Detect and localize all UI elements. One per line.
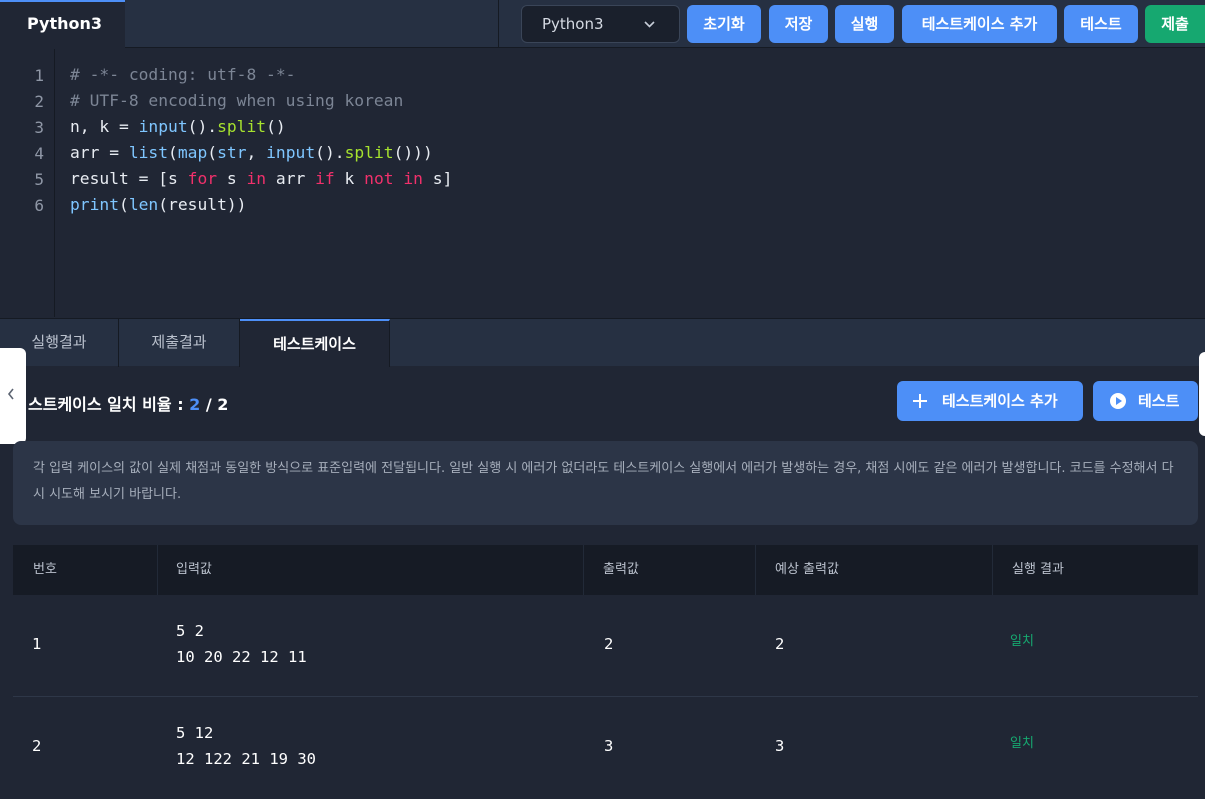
collapse-panel-handle[interactable] (0, 348, 26, 444)
match-ratio-total: / 2 (205, 395, 229, 414)
code-line[interactable]: # -*- coding: utf-8 -*- (70, 65, 295, 84)
line-number: 5 (34, 170, 44, 189)
language-select[interactable]: Python3 (521, 5, 680, 43)
code-line[interactable]: n, k = input().split() (70, 117, 286, 136)
row-number: 2 (32, 737, 42, 755)
line-number: 2 (34, 92, 44, 111)
add-testcase-panel-label: 테스트케이스 추가 (942, 392, 1058, 410)
match-ratio: 스트케이스 일치 비율 : 2 / 2 (28, 391, 228, 415)
match-ratio-matched: 2 (189, 395, 201, 414)
column-header-result: 실행 결과 (1012, 562, 1064, 577)
match-ratio-label: 스트케이스 일치 비율 : (28, 395, 184, 414)
result-status: 일치 (1010, 634, 1034, 649)
test-button[interactable]: 테스트 (1064, 5, 1138, 43)
column-header-input: 입력값 (176, 562, 212, 577)
column-header-number: 번호 (33, 562, 57, 577)
tab-testcases[interactable]: 테스트케이스 (240, 319, 390, 367)
table-header: 번호 입력값 출력값 예상 출력값 실행 결과 (13, 545, 1198, 595)
code-line[interactable]: result = [s for s in arr if k not in s] (70, 169, 452, 188)
reset-button[interactable]: 초기화 (687, 5, 761, 43)
tab-submit-result[interactable]: 제출결과 (119, 319, 240, 367)
code-editor[interactable]: 1 2 3 4 5 6 # -*- coding: utf-8 -*- # UT… (0, 49, 1205, 317)
input-value: 12 122 21 19 30 (176, 750, 316, 768)
column-header-expected: 예상 출력값 (775, 562, 839, 577)
result-tabs: 실행결과 제출결과 테스트케이스 (0, 318, 1205, 367)
language-select-value: Python3 (542, 15, 604, 33)
toolbar: Python3 Python3 초기화 저장 실행 테스트케이스 추가 테스트 … (0, 0, 1205, 48)
submit-button[interactable]: 제출 (1145, 5, 1205, 43)
code-line[interactable]: print(len(result)) (70, 195, 246, 214)
add-testcase-button[interactable]: 테스트케이스 추가 (902, 5, 1057, 43)
test-panel-label: 테스트 (1138, 392, 1180, 410)
save-button[interactable]: 저장 (769, 5, 828, 43)
expected-value: 3 (775, 737, 785, 755)
run-button[interactable]: 실행 (835, 5, 894, 43)
output-value: 2 (604, 635, 614, 653)
column-header-output: 출력값 (603, 562, 639, 577)
input-value: 5 2 (176, 622, 204, 640)
divider (498, 0, 499, 48)
table-row: 2 5 12 12 122 21 19 30 3 3 일치 (13, 698, 1198, 799)
column-separator (583, 545, 584, 595)
line-number: 6 (34, 196, 44, 215)
add-testcase-panel-button[interactable]: 테스트케이스 추가 (897, 381, 1083, 421)
input-value: 10 20 22 12 11 (176, 648, 307, 666)
expected-value: 2 (775, 635, 785, 653)
row-number: 1 (32, 635, 42, 653)
play-icon (1110, 393, 1126, 409)
chevron-left-icon (6, 384, 16, 408)
expand-panel-handle[interactable] (1199, 352, 1205, 436)
plus-icon (913, 381, 927, 434)
input-value: 5 12 (176, 724, 214, 742)
table-row: 1 5 2 10 20 22 12 11 2 2 일치 (13, 596, 1198, 697)
column-separator (755, 545, 756, 595)
line-number: 1 (34, 66, 44, 85)
file-tab[interactable]: Python3 (0, 0, 125, 48)
notice-box: 각 입력 케이스의 값이 실제 채점과 동일한 방식으로 표준입력에 전달됩니다… (13, 441, 1198, 525)
code-line[interactable]: arr = list(map(str, input().split())) (70, 143, 433, 162)
line-number-gutter: 1 2 3 4 5 6 (0, 49, 55, 317)
line-number: 3 (34, 118, 44, 137)
column-separator (157, 545, 158, 595)
test-panel-button[interactable]: 테스트 (1093, 381, 1198, 421)
line-number: 4 (34, 144, 44, 163)
column-separator (992, 545, 993, 595)
code-line[interactable]: # UTF-8 encoding when using korean (70, 91, 403, 110)
output-value: 3 (604, 737, 614, 755)
result-status: 일치 (1010, 736, 1034, 751)
